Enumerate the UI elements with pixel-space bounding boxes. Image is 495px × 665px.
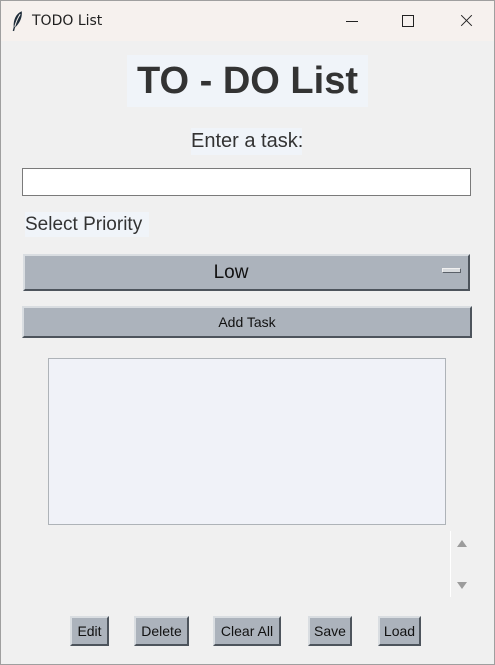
title-bar[interactable]: TODO List [1, 1, 494, 41]
task-label: Enter a task: [191, 128, 303, 155]
scroll-down-icon[interactable] [457, 582, 467, 589]
maximize-button[interactable] [385, 1, 431, 41]
dropdown-indicator-icon [442, 268, 461, 273]
selected-priority: Low [213, 262, 249, 283]
edit-button[interactable]: Edit [70, 616, 109, 646]
scroll-up-icon[interactable] [457, 540, 467, 547]
scrollbar-track [450, 531, 451, 597]
delete-button[interactable]: Delete [134, 616, 189, 646]
task-input[interactable] [22, 168, 471, 196]
todo-window: TODO List TO - DO List Enter a task: Sel… [0, 0, 495, 665]
feather-icon [12, 11, 22, 32]
task-list[interactable] [48, 358, 446, 525]
page-title: TO - DO List [127, 55, 368, 107]
priority-label: Select Priority [25, 212, 149, 237]
load-button[interactable]: Load [378, 616, 421, 646]
clear-all-button[interactable]: Clear All [213, 616, 281, 646]
task-list-scrollbar[interactable] [450, 531, 474, 597]
add-task-button[interactable]: Add Task [22, 306, 472, 338]
priority-dropdown[interactable]: Low [23, 254, 470, 291]
close-button[interactable] [442, 1, 488, 41]
save-button[interactable]: Save [308, 616, 352, 646]
minimize-button[interactable] [329, 1, 375, 41]
window-title: TODO List [32, 13, 103, 29]
